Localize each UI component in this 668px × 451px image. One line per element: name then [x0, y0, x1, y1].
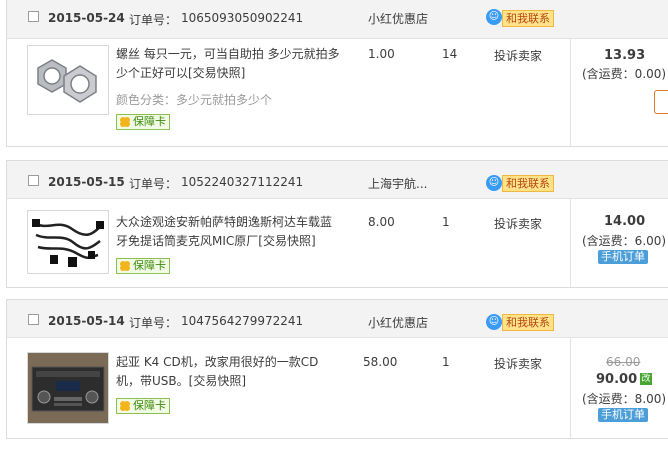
guarantee-badge[interactable]: 保障卡	[116, 258, 170, 274]
order-number: 1052240327112241	[181, 175, 304, 189]
mobile-order-tag: 手机订单	[598, 250, 648, 264]
order-number-label: 订单号：	[129, 177, 178, 191]
quantity: 1	[442, 355, 450, 369]
order-total: 14.00	[604, 214, 646, 229]
order-select-checkbox[interactable]	[28, 314, 39, 325]
order-header: 2015-05-14 订单号： 1047564279972241 小红优惠店 ☺…	[7, 300, 668, 338]
quantity: 14	[442, 47, 458, 61]
order-body: 起亚 K4 CD机，改家用很好的一款CD机，带USB。[交易快照] 保障卡 58…	[7, 338, 668, 438]
product-title-link[interactable]: 起亚 K4 CD机，改家用很好的一款CD机，带USB。[交易快照]	[116, 353, 342, 391]
order-card: 2015-05-14 订单号： 1047564279972241 小红优惠店 ☺…	[6, 299, 668, 439]
aliwangwang-chat-icon[interactable]: ☺	[486, 175, 502, 191]
product-sku: 颜色分类：多少元就拍多少个	[116, 93, 273, 107]
shipping-fee: (含运费：8.00)	[582, 392, 667, 406]
mobile-order-tag: 手机订单	[598, 408, 648, 422]
product-thumbnail[interactable]	[27, 352, 109, 424]
order-total: 13.93	[604, 48, 646, 63]
order-date: 2015-05-15	[48, 175, 125, 189]
order-card: 2015-05-24 订单号： 1065093050902241 小红优惠店 ☺…	[6, 0, 668, 147]
price-changed-tag: 改	[640, 373, 652, 385]
contact-me-button[interactable]: 和我联系	[502, 10, 554, 27]
product-thumbnail[interactable]	[27, 210, 109, 274]
guarantee-badge-label: 保障卡	[133, 399, 166, 412]
column-divider	[570, 338, 571, 438]
shop-name-link[interactable]: 小红优惠店	[368, 10, 428, 27]
order-number: 1047564279972241	[181, 314, 304, 328]
shipping-fee: (含运费：6.00)	[582, 234, 667, 248]
car-cd-player-icon	[28, 353, 108, 423]
contact-me-button[interactable]: 和我联系	[502, 175, 554, 192]
order-date: 2015-05-24	[48, 11, 125, 25]
shipping-fee: (含运费：0.00)	[582, 67, 667, 81]
shop-name-link[interactable]: 上海宇航...	[368, 175, 427, 192]
order-header: 2015-05-15 订单号： 1052240327112241 上海宇航...…	[7, 161, 668, 199]
complain-seller-link[interactable]: 投诉卖家	[494, 355, 542, 372]
product-title-link[interactable]: 大众途观途安新帕萨特朗逸斯柯达车载蓝牙免提话筒麦克风MIC原厂[交易快照]	[116, 213, 342, 251]
clover-icon	[120, 401, 130, 411]
wire-harness-icon	[32, 219, 104, 267]
order-number: 1065093050902241	[181, 11, 304, 25]
order-body: 螺丝 每只一元，可当自助拍 多少元就拍多少个正好可以[交易快照] 颜色分类：多少…	[7, 39, 668, 146]
order-select-checkbox[interactable]	[28, 11, 39, 22]
order-header: 2015-05-24 订单号： 1065093050902241 小红优惠店 ☺…	[7, 0, 668, 39]
clover-icon	[120, 117, 130, 127]
guarantee-badge-label: 保障卡	[133, 259, 166, 272]
unit-price: 8.00	[368, 215, 395, 229]
shop-name-link[interactable]: 小红优惠店	[368, 314, 428, 331]
aliwangwang-chat-icon[interactable]: ☺	[486, 9, 502, 25]
unit-price: 1.00	[368, 47, 395, 61]
complain-seller-link[interactable]: 投诉卖家	[494, 215, 542, 232]
quantity: 1	[442, 215, 450, 229]
column-divider	[570, 39, 571, 146]
column-divider	[570, 199, 571, 287]
guarantee-badge[interactable]: 保障卡	[116, 398, 170, 414]
order-card: 2015-05-15 订单号： 1052240327112241 上海宇航...…	[6, 160, 668, 288]
guarantee-badge-label: 保障卡	[133, 115, 166, 128]
product-thumbnail[interactable]	[27, 45, 109, 115]
order-number-label: 订单号：	[129, 316, 178, 330]
unit-price: 58.00	[363, 355, 398, 369]
hex-nut-icon	[37, 59, 97, 103]
guarantee-badge[interactable]: 保障卡	[116, 114, 170, 130]
product-title-link[interactable]: 螺丝 每只一元，可当自助拍 多少元就拍多少个正好可以[交易快照]	[116, 45, 342, 83]
order-body: 大众途观途安新帕萨特朗逸斯柯达车载蓝牙免提话筒麦克风MIC原厂[交易快照] 保障…	[7, 199, 668, 287]
contact-me-button[interactable]: 和我联系	[502, 314, 554, 331]
order-date: 2015-05-14	[48, 314, 125, 328]
complain-seller-link[interactable]: 投诉卖家	[494, 47, 542, 64]
aliwangwang-chat-icon[interactable]: ☺	[486, 314, 502, 330]
action-button-edge[interactable]	[654, 90, 668, 114]
order-select-checkbox[interactable]	[28, 175, 39, 186]
original-total: 66.00	[606, 355, 641, 369]
clover-icon	[120, 261, 130, 271]
order-number-label: 订单号：	[129, 13, 178, 27]
order-total: 90.00	[596, 372, 638, 387]
